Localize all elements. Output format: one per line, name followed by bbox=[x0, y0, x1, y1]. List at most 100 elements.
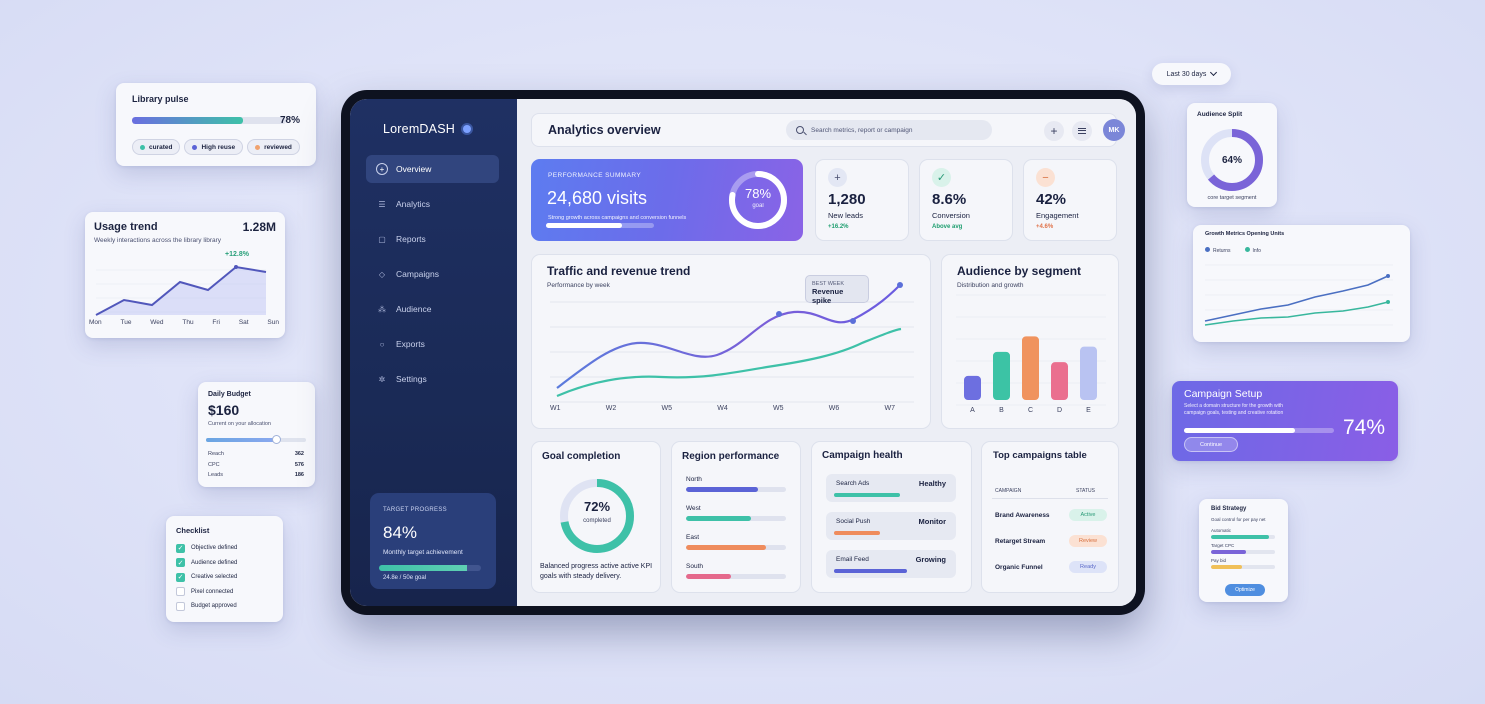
audience-split-title: Audience Split bbox=[1197, 111, 1243, 118]
segment-label: D bbox=[1057, 407, 1062, 414]
kpi-value: 42% bbox=[1036, 191, 1067, 208]
checklist-label: Creative selected bbox=[191, 574, 238, 581]
sidebar-item-audience[interactable]: ⁂ Audience bbox=[366, 295, 499, 323]
slider-handle[interactable] bbox=[272, 435, 281, 444]
sidebar-item-analytics[interactable]: ☰ Analytics bbox=[366, 190, 499, 218]
col-campaign: CAMPAIGN bbox=[995, 488, 1022, 494]
kpi-delta: +16.2% bbox=[828, 224, 849, 230]
add-button[interactable]: + bbox=[1044, 121, 1064, 141]
gear-icon: ✲ bbox=[378, 374, 386, 384]
checklist-card: Checklist ✓ Objective defined ✓ Audience de… bbox=[166, 516, 283, 622]
table-row[interactable]: Retarget Stream Review bbox=[995, 534, 1111, 560]
continue-button[interactable]: Continue bbox=[1184, 437, 1238, 452]
sidebar-item-exports[interactable]: ○ Exports bbox=[366, 330, 499, 358]
audience-segment-panel: Audience by segment Distribution and gro… bbox=[941, 254, 1119, 429]
budget-row: CPC 576 bbox=[208, 462, 304, 473]
checklist-item[interactable]: Budget approved bbox=[176, 599, 237, 614]
campaign-setup-card: Campaign Setup Select a domain structure… bbox=[1172, 381, 1398, 461]
checkbox-checked-icon[interactable]: ✓ bbox=[176, 543, 185, 553]
checklist-item[interactable]: ✓ Creative selected bbox=[176, 570, 237, 585]
day-label: Thu bbox=[182, 319, 194, 326]
campaign-setup-percent: 74% bbox=[1342, 416, 1385, 439]
sidebar-item-overview[interactable]: + Overview bbox=[366, 155, 499, 183]
checklist-title: Checklist bbox=[176, 526, 210, 535]
sidebar-item-reports[interactable]: ▢ Reports bbox=[366, 225, 499, 253]
segment-label: E bbox=[1086, 407, 1091, 414]
audience-split-value: 64% bbox=[1221, 155, 1242, 166]
table-row[interactable]: Brand Awareness Active bbox=[995, 508, 1111, 534]
tag-label: curated bbox=[149, 143, 173, 151]
target-progress-label: TARGET PROGRESS bbox=[383, 507, 447, 513]
sidebar-item-label: Settings bbox=[396, 374, 427, 384]
health-campaign-name: Search Ads bbox=[836, 480, 870, 487]
region-bar bbox=[686, 487, 786, 492]
campaign-setup-bar bbox=[1184, 428, 1334, 433]
week-label: W1 bbox=[550, 405, 561, 412]
bid-strategy-card: Bid Strategy Goal control for per pay ne… bbox=[1199, 499, 1288, 602]
sidebar-item-settings[interactable]: ✲ Settings bbox=[366, 365, 499, 393]
checklist-item[interactable]: ✓ Objective defined bbox=[176, 541, 237, 556]
checkbox-checked-icon[interactable]: ✓ bbox=[176, 572, 185, 582]
health-status: Healthy bbox=[918, 479, 946, 488]
kpi-label: Conversion bbox=[932, 211, 970, 220]
minus-icon: − bbox=[1036, 168, 1055, 187]
kpi-value: 8.6% bbox=[932, 191, 967, 208]
segment-label: A bbox=[970, 407, 975, 414]
tag-label: reviewed bbox=[264, 143, 292, 151]
kpi-delta: Above avg bbox=[932, 224, 963, 230]
goal-title: Goal completion bbox=[542, 451, 621, 462]
status-badge: Active bbox=[1069, 509, 1107, 521]
dashboard-screen: LoremDASH + Overview ☰ Analytics ▢ Reports ◇ Ca… bbox=[350, 99, 1136, 606]
growth-metrics-card: Growth Metrics Opening Units Returns Inf… bbox=[1193, 225, 1410, 342]
summary-label: PERFORMANCE SUMMARY bbox=[548, 172, 642, 179]
health-row: Social Push Monitor bbox=[826, 512, 956, 540]
plus-icon: + bbox=[376, 163, 388, 175]
week-label: W5 bbox=[661, 405, 673, 412]
checklist-label: Budget approved bbox=[191, 603, 237, 610]
checkbox-empty-icon[interactable] bbox=[176, 601, 185, 611]
tag-chip[interactable]: reviewed bbox=[247, 139, 300, 155]
checkbox-checked-icon[interactable]: ✓ bbox=[176, 558, 185, 568]
week-label: W7 bbox=[884, 405, 896, 412]
region-row: East bbox=[686, 534, 786, 563]
budget-row-label: CPC bbox=[208, 461, 220, 468]
daily-budget-value: $160 bbox=[208, 402, 240, 418]
top-campaigns-panel: Top campaigns table CAMPAIGN STATUS Bran… bbox=[981, 441, 1119, 593]
checklist-item[interactable]: ✓ Audience defined bbox=[176, 556, 237, 571]
region-label: South bbox=[686, 563, 703, 570]
daily-budget-slider[interactable] bbox=[206, 435, 306, 444]
optimize-button[interactable]: Optimize bbox=[1225, 584, 1265, 596]
budget-row-value: 186 bbox=[294, 472, 304, 478]
tag-chip[interactable]: curated bbox=[132, 139, 181, 155]
kpi-delta: +4.6% bbox=[1036, 224, 1054, 230]
region-label: North bbox=[686, 476, 702, 483]
day-label: Sun bbox=[267, 319, 279, 326]
budget-row-label: Reach bbox=[208, 451, 224, 457]
date-range-selector[interactable]: Last 30 days bbox=[1152, 63, 1231, 85]
health-campaign-name: Social Push bbox=[836, 518, 871, 525]
health-campaign-name: Email Feed bbox=[836, 556, 869, 563]
usage-trend-card: Usage trend 1.28M Weekly interactions ac… bbox=[85, 212, 285, 338]
bid-row-label: Automatic bbox=[1211, 528, 1232, 533]
menu-button[interactable] bbox=[1072, 121, 1092, 141]
daily-budget-card: Daily Budget $160 Current on your alloca… bbox=[198, 382, 315, 487]
table-row[interactable]: Organic Funnel Ready bbox=[995, 560, 1111, 586]
checkbox-empty-icon[interactable] bbox=[176, 587, 185, 597]
tag-dot-icon bbox=[255, 144, 261, 150]
sidebar-item-label: Exports bbox=[396, 339, 425, 349]
tag-dot-icon bbox=[140, 144, 145, 150]
bid-row: Target CPC bbox=[1211, 543, 1275, 558]
sidebar-item-label: Audience bbox=[396, 304, 432, 314]
budget-row: Leads 186 bbox=[208, 472, 304, 483]
health-status: Growing bbox=[915, 555, 946, 564]
tag-chip[interactable]: High reuse bbox=[184, 139, 244, 155]
goal-completion-panel: Goal completion 72% completed Balanced p… bbox=[531, 441, 661, 593]
sidebar-item-campaigns[interactable]: ◇ Campaigns bbox=[366, 260, 499, 288]
bid-bar bbox=[1211, 565, 1275, 569]
search-bar[interactable]: Search metrics, report or campaign bbox=[786, 120, 992, 140]
goal-value: 72% bbox=[583, 499, 611, 514]
checklist-item[interactable]: Pixel connected bbox=[176, 585, 237, 600]
avatar[interactable]: MK bbox=[1103, 119, 1125, 141]
bid-bar bbox=[1211, 550, 1275, 554]
tablet-device: LoremDASH + Overview ☰ Analytics ▢ Reports ◇ Ca… bbox=[341, 90, 1145, 615]
